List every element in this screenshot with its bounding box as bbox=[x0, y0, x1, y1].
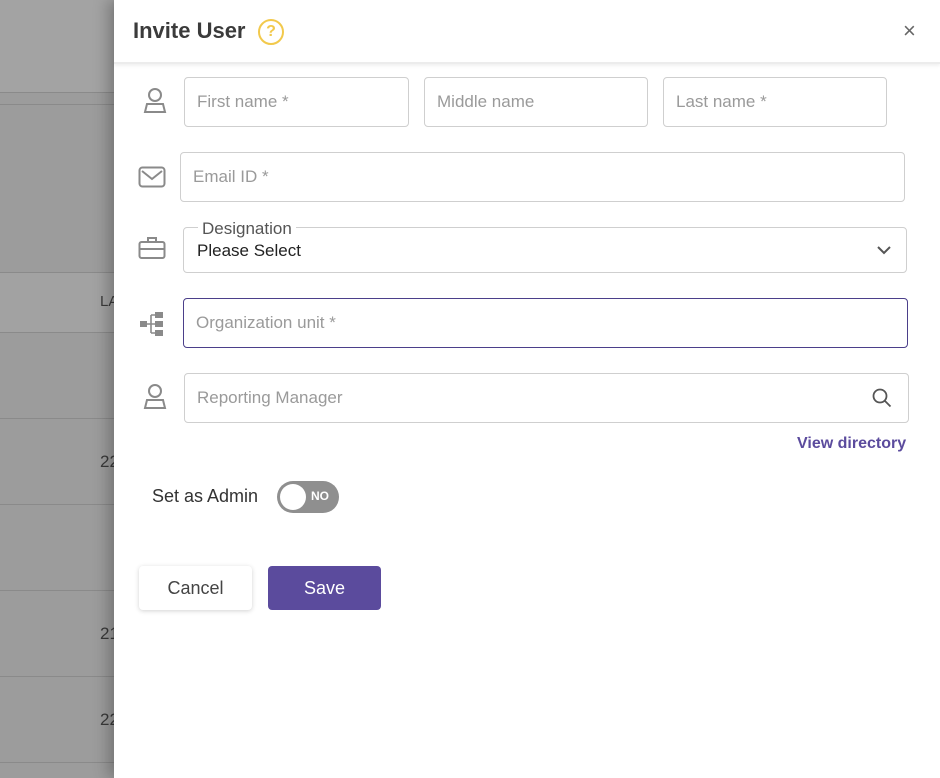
user-icon bbox=[142, 86, 168, 119]
background-divider bbox=[0, 104, 114, 105]
close-icon[interactable]: × bbox=[903, 18, 916, 44]
background-divider bbox=[0, 504, 114, 505]
first-name-input[interactable] bbox=[185, 78, 408, 126]
hierarchy-icon bbox=[140, 311, 164, 342]
first-name-field[interactable] bbox=[184, 77, 409, 127]
designation-select[interactable]: Designation Please Select bbox=[183, 219, 907, 273]
background-divider bbox=[0, 676, 114, 677]
question-circle-icon[interactable]: ? bbox=[258, 19, 284, 45]
briefcase-icon bbox=[138, 236, 166, 265]
invite-user-drawer: Invite User ? × Designation Please Selec… bbox=[114, 0, 940, 778]
reporting-manager-input[interactable] bbox=[185, 374, 908, 422]
email-field[interactable] bbox=[180, 152, 905, 202]
background-divider bbox=[0, 590, 114, 591]
background-divider bbox=[0, 418, 114, 419]
toggle-state: NO bbox=[311, 489, 329, 503]
admin-toggle[interactable]: NO bbox=[277, 481, 339, 513]
view-directory-link[interactable]: View directory bbox=[797, 435, 906, 453]
set-as-admin-label: Set as Admin bbox=[152, 486, 259, 506]
user-icon bbox=[142, 382, 168, 415]
background-header bbox=[0, 0, 114, 92]
organization-unit-input[interactable] bbox=[184, 299, 907, 347]
background-divider bbox=[0, 762, 114, 763]
background-divider bbox=[0, 92, 114, 93]
reporting-manager-field[interactable] bbox=[184, 373, 909, 423]
email-input[interactable] bbox=[181, 153, 904, 201]
organization-unit-field[interactable] bbox=[183, 298, 908, 348]
save-button[interactable]: Save bbox=[268, 566, 381, 610]
cancel-button[interactable]: Cancel bbox=[139, 566, 252, 610]
last-name-input[interactable] bbox=[664, 78, 886, 126]
envelope-icon bbox=[138, 166, 166, 193]
background-divider bbox=[0, 272, 114, 273]
background-divider bbox=[0, 332, 114, 333]
last-name-field[interactable] bbox=[663, 77, 887, 127]
chevron-down-icon bbox=[876, 242, 892, 263]
middle-name-input[interactable] bbox=[425, 78, 647, 126]
drawer-header: Invite User ? × bbox=[114, 0, 940, 64]
search-icon[interactable] bbox=[872, 388, 892, 413]
middle-name-field[interactable] bbox=[424, 77, 648, 127]
designation-value: Please Select bbox=[197, 241, 301, 260]
drawer-title: Invite User bbox=[133, 18, 246, 43]
toggle-knob bbox=[280, 484, 306, 510]
background-page: LA 22 21 22 bbox=[0, 0, 119, 778]
designation-label: Designation bbox=[198, 219, 296, 239]
background-table-header bbox=[0, 272, 114, 332]
